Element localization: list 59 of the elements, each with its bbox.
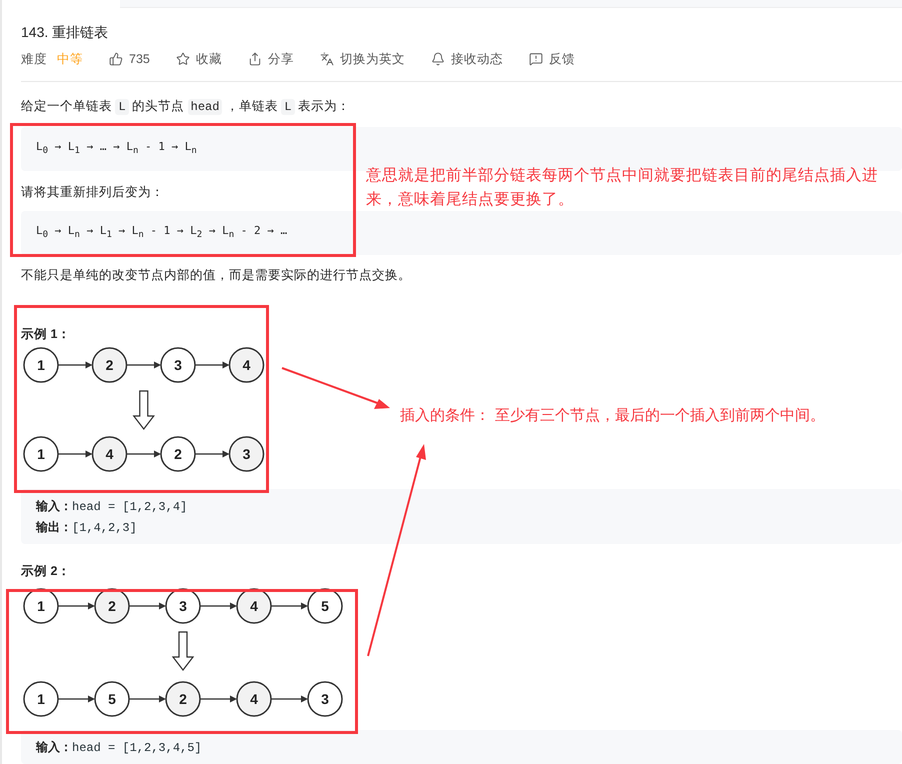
list-node: 3 <box>307 682 343 718</box>
like-count[interactable]: 735 <box>109 50 150 68</box>
list-node: 2 <box>165 682 201 718</box>
link-arrow <box>58 696 95 703</box>
list-node: 3 <box>165 588 201 624</box>
link-arrow <box>129 602 166 610</box>
down-arrow-icon <box>172 632 194 672</box>
description-text: 请将其重新排列后变为： <box>21 184 164 202</box>
link-arrow <box>271 696 308 703</box>
link-arrow <box>129 696 166 703</box>
list-node: 1 <box>23 436 59 472</box>
list-node: 4 <box>236 588 272 624</box>
list-node: 3 <box>228 436 264 472</box>
list-node: 5 <box>94 682 130 718</box>
list-node: 4 <box>228 348 264 384</box>
list-node: 4 <box>236 682 272 718</box>
list-node: 3 <box>160 348 196 384</box>
link-arrow <box>126 450 161 458</box>
annotation-text: 插入的条件： 至少有三个节点，最后的一个插入到前两个中间。 <box>400 405 826 426</box>
list-node: 1 <box>23 682 59 718</box>
link-arrow <box>58 362 92 369</box>
list-node: 5 <box>307 588 343 624</box>
link-arrow <box>58 450 92 458</box>
example-title: 示例 1： <box>21 326 72 344</box>
list-node: 2 <box>160 436 196 472</box>
description-text: 给定一个单链表 L 的头节点 head ，单链表 L 表示为： <box>21 98 352 117</box>
list-node: 2 <box>94 588 130 624</box>
list-node: 2 <box>92 348 128 384</box>
code-block: L$_{0}$ → L$_{n}$ → L$_{1}$ → L$_{n}$ - 1 → L$_{2}$ → L$_{n}$ - 2 → … <box>21 211 902 256</box>
action-link[interactable]: 收藏 <box>176 50 222 68</box>
example-title: 示例 2： <box>21 563 72 580</box>
thumbs-up-icon <box>109 52 123 66</box>
link-arrow <box>126 362 161 369</box>
example-io-line: 输出：[1,4,2,3] <box>36 519 138 538</box>
link-arrow <box>58 602 95 610</box>
link-arrow <box>195 450 230 458</box>
action-link[interactable]: 切换为英文 <box>320 50 405 68</box>
description-text: 不能只是单纯的改变节点内部的值，而是需要实际的进行节点交换。 <box>21 267 412 284</box>
list-node: 1 <box>23 588 59 624</box>
feedback-icon <box>528 52 543 66</box>
example-io-line: 输入：head = [1,2,3,4] <box>36 498 188 516</box>
action-link[interactable]: 反馈 <box>528 50 575 68</box>
translate-icon <box>320 52 334 66</box>
link-arrow <box>195 362 230 369</box>
link-arrow <box>271 602 308 610</box>
list-node: 1 <box>23 348 59 384</box>
star-icon <box>176 52 190 66</box>
action-link[interactable]: 接收动态 <box>430 50 503 68</box>
difficulty-label: 难度 <box>21 51 47 68</box>
bell-icon <box>430 52 445 66</box>
action-link[interactable]: 分享 <box>248 50 294 68</box>
share-icon <box>248 52 262 66</box>
example-io-line: 输入：head = [1,2,3,4,5] <box>36 739 203 758</box>
difficulty-value: 中等 <box>57 51 83 68</box>
link-arrow <box>200 602 237 610</box>
link-arrow <box>200 696 237 703</box>
problem-title: 143. 重排链表 <box>21 23 110 42</box>
list-node: 4 <box>92 436 128 472</box>
down-arrow-icon <box>132 390 155 430</box>
